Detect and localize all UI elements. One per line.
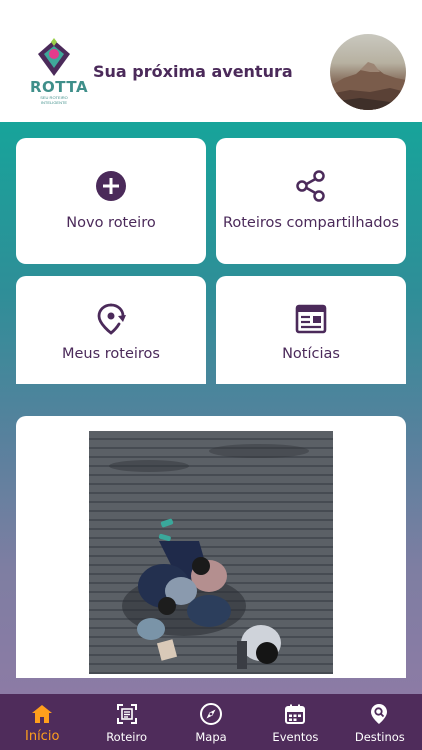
map-pin-logo-icon [38,38,70,76]
shared-itineraries-tile[interactable]: Roteiros compartilhados [216,138,406,264]
share-icon [296,169,325,202]
rotta-logo[interactable]: ROTTA SEU ROTEIRO INTELIGENTE [30,38,89,105]
newspaper-icon [295,304,327,333]
home-icon [32,705,53,723]
new-itinerary-tile[interactable]: Novo roteiro [16,138,206,264]
tile-label: Meus roteiros [61,345,160,362]
main-content: Novo roteiro Roteiros compartilhados Meu… [0,122,422,694]
bottom-navigation: Início Roteiro Mapa Eventos Destinos [0,694,422,750]
compass-icon [200,703,223,725]
featured-photo[interactable] [89,431,333,674]
featured-card[interactable] [16,416,406,678]
landscape-photo-icon [330,62,406,110]
calendar-icon [285,704,306,724]
logo-subtext: SEU ROTEIRO INTELIGENTE [40,95,68,105]
nav-item-roteiro[interactable]: Roteiro [84,694,168,750]
tile-label: Roteiros compartilhados [222,214,400,231]
news-tile[interactable]: Notícias [216,276,406,384]
scan-icon [116,704,137,724]
people-on-boardwalk-image-icon [109,444,309,669]
plus-circle-icon [96,170,126,201]
nav-item-destinos[interactable]: Destinos [338,694,422,750]
nav-item-inicio[interactable]: Início [0,694,84,750]
location-refresh-icon [97,303,126,335]
nav-label: Destinos [354,730,405,744]
app-header: ROTTA SEU ROTEIRO INTELIGENTE Sua próxim… [0,0,422,122]
my-itineraries-tile[interactable]: Meus roteiros [16,276,206,384]
avatar[interactable] [330,34,406,110]
nav-label: Roteiro [106,730,148,744]
page-title: Sua próxima aventura [93,62,293,81]
tile-label: Novo roteiro [66,214,156,231]
nav-item-mapa[interactable]: Mapa [169,694,253,750]
nav-item-eventos[interactable]: Eventos [253,694,337,750]
nav-label: Mapa [195,730,227,744]
nav-label: Eventos [272,730,319,744]
search-location-icon [370,704,387,724]
tile-label: Notícias [282,345,340,362]
logo-text: ROTTA [30,78,89,96]
nav-label: Início [25,729,60,744]
